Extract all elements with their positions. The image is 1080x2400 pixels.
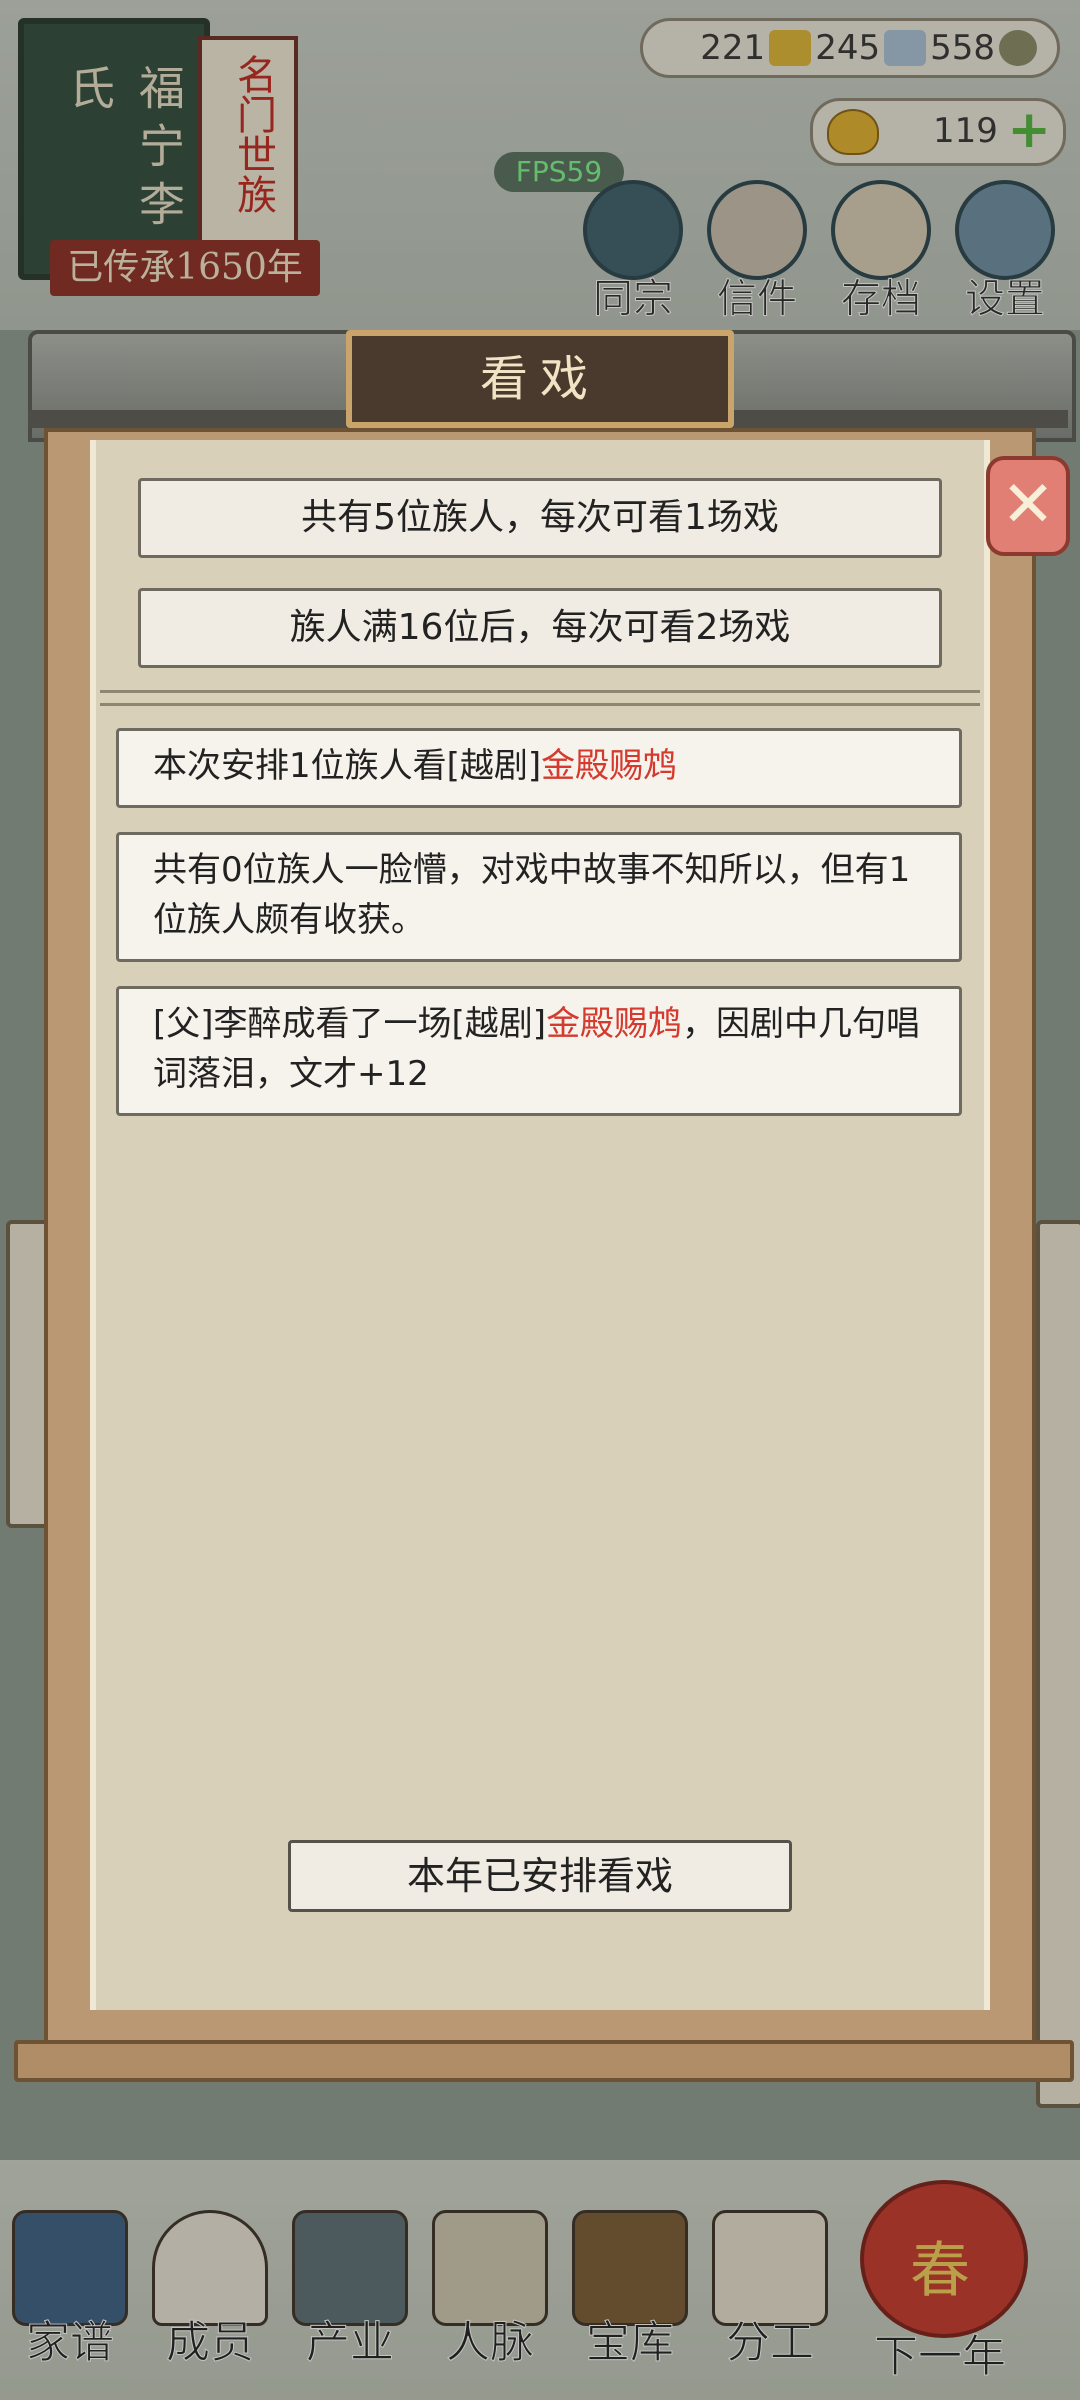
- message-text: [父]李醉成看了一场[越剧]: [153, 1004, 547, 1044]
- message-text: 本次安排1位族人看[越剧]: [153, 746, 542, 786]
- play-title: 金殿赐鸩: [546, 1004, 683, 1044]
- close-button[interactable]: ✕: [986, 456, 1070, 556]
- play-title: 金殿赐鸩: [541, 746, 678, 786]
- modal-title-plaque: 看戏: [346, 330, 734, 428]
- info-members: 共有5位族人，每次可看1场戏: [138, 478, 942, 558]
- message-arrange: 本次安排1位族人看[越剧]金殿赐鸩: [116, 728, 962, 808]
- message-detail: [父]李醉成看了一场[越剧]金殿赐鸩，因剧中几句唱词落泪，文才+12: [116, 986, 962, 1116]
- message-text: 共有0位族人一脸懵，对戏中故事不知所以，但有1位族人颇有收获。: [153, 850, 911, 940]
- divider: [100, 690, 980, 706]
- close-icon: ✕: [1001, 468, 1055, 542]
- modal-base: [14, 2040, 1074, 2082]
- arranged-button[interactable]: 本年已安排看戏: [288, 1840, 792, 1912]
- modal-title: 看戏: [479, 351, 600, 407]
- message-result: 共有0位族人一脸懵，对戏中故事不知所以，但有1位族人颇有收获。: [116, 832, 962, 962]
- modal-paper: [90, 440, 990, 2010]
- info-upgrade: 族人满16位后，每次可看2场戏: [138, 588, 942, 668]
